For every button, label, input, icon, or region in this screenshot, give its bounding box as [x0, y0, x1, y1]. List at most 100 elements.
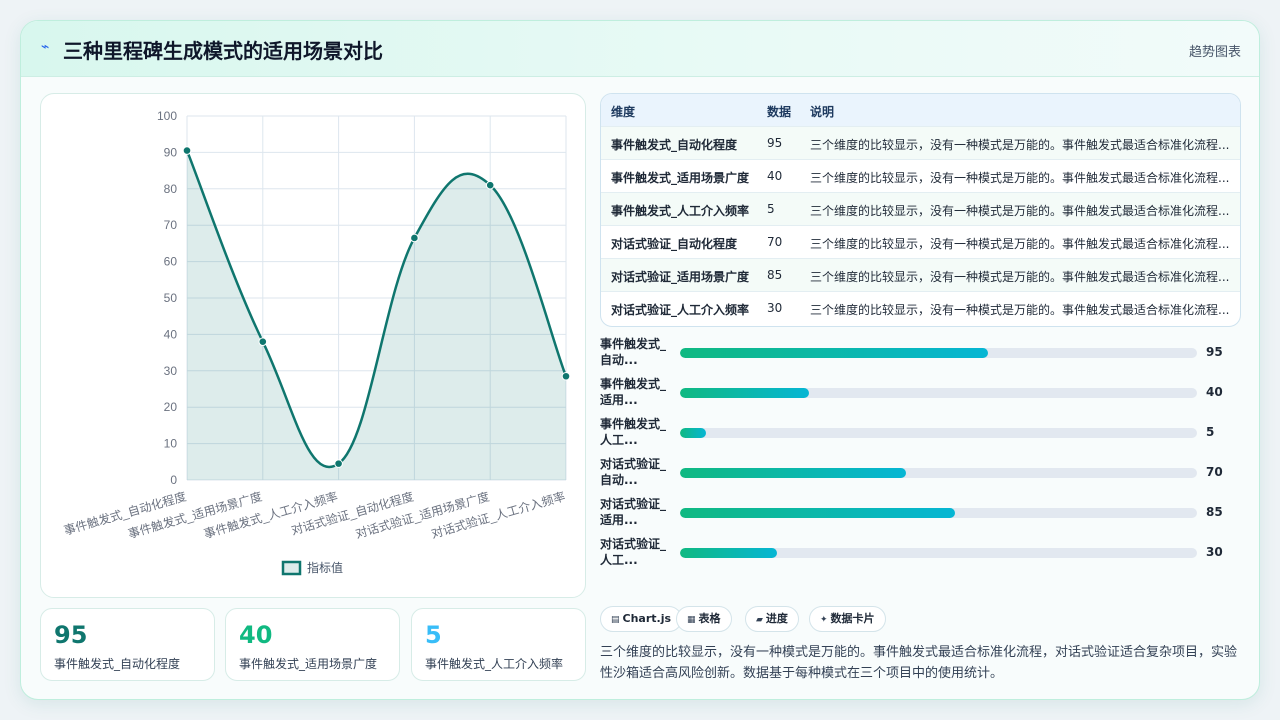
progress-label: 事件触发式_ 自动... [600, 337, 667, 367]
data-point [410, 233, 419, 243]
y-tick-label: 60 [164, 255, 178, 269]
y-tick-label: 40 [164, 327, 178, 341]
stat-value: 95 [54, 621, 88, 649]
table-header-cell: 维度 [611, 105, 636, 119]
line-chart-panel: 0 10 20 30 40 50 60 70 80 90 100 事件触发式_自动化程度 事件触发式_适… [40, 93, 586, 598]
table-cell: 三个维度的比较显示，没有一种模式是万能的。事件触发式最适合标准化流程... [810, 204, 1230, 218]
progress-fill [680, 348, 988, 358]
description-text: 三个维度的比较显示，没有一种模式是万能的。事件触发式最适合标准化流程，对话式验证… [600, 645, 1238, 681]
progress-fill [680, 428, 706, 438]
data-table: 维度 数据 说明 事件触发式_自动化程度 95 三个维度的比较显示，没有一种模式… [600, 93, 1241, 327]
progress-fill [680, 508, 956, 518]
progress-track [680, 428, 1197, 438]
chip-chartjs[interactable]: ▤ Chart.js [600, 606, 683, 632]
progress-row: 事件触发式_ 自动... 95 [600, 336, 1241, 370]
progress-value: 30 [1206, 545, 1223, 559]
table-icon: ▤ [611, 615, 620, 625]
chart-type-label: 趋势图表 [1188, 45, 1241, 60]
stat-value: 40 [239, 621, 273, 649]
y-tick-label: 90 [164, 145, 178, 159]
table-cell: 5 [767, 202, 775, 216]
table-cell: 三个维度的比较显示，没有一种模式是万能的。事件触发式最适合标准化流程... [810, 138, 1230, 152]
x-tick-label: 对话式验证_人工介入频率 [429, 488, 566, 541]
y-tick-label: 70 [164, 218, 178, 232]
table-cell: 70 [767, 235, 783, 249]
table-row: 事件触发式_自动化程度 95 三个维度的比较显示，没有一种模式是万能的。事件触发… [601, 127, 1240, 160]
header: ⌁ 三种里程碑生成模式的适用场景对比 趋势图表 [21, 21, 1259, 77]
series-area [187, 150, 566, 480]
table-cell: 对话式验证_自动化程度 [611, 237, 738, 251]
progress-value: 40 [1206, 385, 1223, 399]
stat-value: 5 [425, 621, 442, 649]
progress-fill [680, 548, 778, 558]
progress-track [680, 388, 1197, 398]
table-cell: 对话式验证_适用场景广度 [611, 270, 750, 284]
chip-table[interactable]: ▦ 表格 [676, 606, 732, 632]
x-tick-label: 事件触发式_适用场景广度 [126, 488, 263, 541]
progress-track [680, 508, 1197, 518]
data-point [485, 180, 495, 190]
stat-card-1: 95 事件触发式_自动化程度 [40, 608, 215, 681]
page-title: 三种里程碑生成模式的适用场景对比 [63, 39, 383, 63]
progress-value: 95 [1206, 345, 1223, 359]
stat-label: 事件触发式_适用场景广度 [239, 657, 378, 671]
y-tick-label: 30 [164, 364, 178, 378]
progress-label: 事件触发式_ 适用... [600, 377, 667, 407]
progress-icon: ▰ [756, 615, 763, 625]
chip-data-cards[interactable]: ✦ 数据卡片 [809, 606, 886, 632]
table-cell: 三个维度的比较显示，没有一种模式是万能的。事件触发式最适合标准化流程... [810, 171, 1230, 185]
y-tick-label: 10 [164, 437, 178, 451]
x-tick-label: 事件触发式_自动化程度 [62, 488, 188, 537]
stat-card-3: 5 事件触发式_人工介入频率 [411, 608, 586, 681]
progress-track [680, 348, 1197, 358]
dashboard-card: ⌁ 三种里程碑生成模式的适用场景对比 趋势图表 0 10 20 30 40 50 60 70 8… [20, 20, 1260, 700]
y-tick-label: 20 [164, 400, 178, 414]
table-header-cell: 说明 [810, 105, 835, 119]
y-tick-label: 100 [157, 109, 177, 123]
table-cell: 40 [767, 169, 783, 183]
progress-label: 对话式验证_ 自动... [600, 457, 667, 487]
table-cell: 对话式验证_人工介入频率 [611, 303, 750, 317]
progress-label: 对话式验证_ 人工... [600, 537, 667, 567]
table-header-cell: 数据 [767, 105, 792, 119]
table-cell: 三个维度的比较显示，没有一种模式是万能的。事件触发式最适合标准化流程... [810, 303, 1230, 317]
table-row: 事件触发式_人工介入频率 5 三个维度的比较显示，没有一种模式是万能的。事件触发… [601, 193, 1240, 226]
table-cell: 事件触发式_自动化程度 [611, 138, 738, 152]
progress-row: 事件触发式_ 人工... 5 [600, 416, 1241, 450]
y-tick-label: 80 [164, 182, 178, 196]
stat-card-2: 40 事件触发式_适用场景广度 [225, 608, 400, 681]
progress-value: 70 [1206, 465, 1223, 479]
lightning-icon: ⌁ [41, 39, 50, 55]
progress-row: 对话式验证_ 适用... 85 [600, 496, 1241, 530]
progress-label: 对话式验证_ 适用... [600, 497, 667, 527]
chip-progress[interactable]: ▰ 进度 [745, 606, 799, 632]
table-cell: 30 [767, 301, 783, 315]
x-tick-label: 对话式验证_适用场景广度 [354, 488, 491, 541]
data-point [334, 459, 343, 468]
progress-value: 85 [1206, 505, 1223, 519]
x-tick-label: 事件触发式_人工介入频率 [202, 488, 339, 541]
sparkle-icon: ✦ [820, 615, 828, 625]
table-cell: 事件触发式_适用场景广度 [611, 171, 750, 185]
grid-icon: ▦ [687, 615, 696, 625]
table-row: 对话式验证_自动化程度 70 三个维度的比较显示，没有一种模式是万能的。事件触发… [601, 226, 1240, 259]
data-point [561, 371, 571, 381]
y-tick-label: 50 [164, 291, 178, 305]
data-point [258, 337, 268, 346]
line-chart: 0 10 20 30 40 50 60 70 80 90 100 事件触发式_自动化程度事件触发式_适… [62, 109, 571, 576]
table-row: 对话式验证_人工介入频率 30 三个维度的比较显示，没有一种模式是万能的。事件触… [601, 292, 1240, 325]
legend-swatch [281, 560, 302, 576]
table-cell: 95 [767, 136, 783, 150]
table-row: 对话式验证_适用场景广度 85 三个维度的比较显示，没有一种模式是万能的。事件触… [601, 259, 1240, 292]
x-tick-label: 对话式验证_自动化程度 [289, 488, 415, 537]
progress-track [680, 548, 1197, 558]
progress-value: 5 [1206, 425, 1215, 439]
y-tick-label: 0 [170, 473, 177, 487]
progress-row: 事件触发式_ 适用... 40 [600, 376, 1241, 410]
legend-label: 指标值 [307, 560, 343, 575]
table-cell: 三个维度的比较显示，没有一种模式是万能的。事件触发式最适合标准化流程... [810, 237, 1230, 251]
stat-label: 事件触发式_人工介入频率 [425, 657, 564, 671]
progress-row: 对话式验证_ 人工... 30 [600, 536, 1241, 570]
table-row: 事件触发式_适用场景广度 40 三个维度的比较显示，没有一种模式是万能的。事件触… [601, 160, 1240, 193]
progress-label: 事件触发式_ 人工... [600, 417, 667, 447]
